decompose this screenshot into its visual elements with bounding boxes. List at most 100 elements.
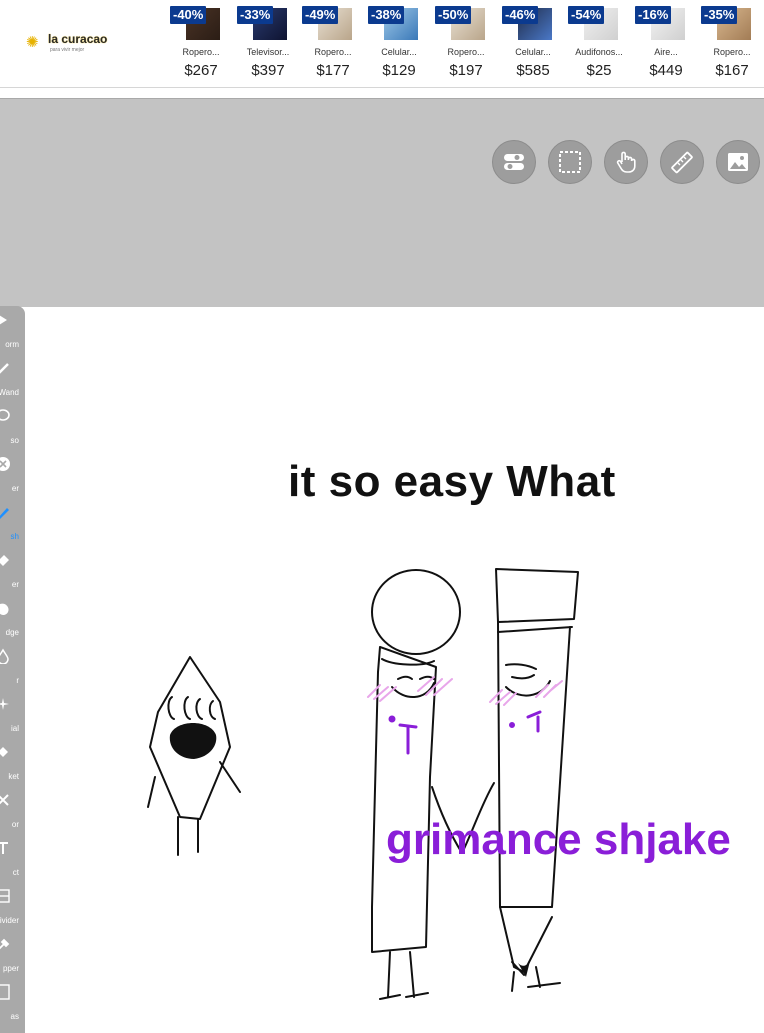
tool-label: er: [11, 580, 19, 589]
color-icon: [0, 794, 9, 806]
discount-badge: -38%: [368, 6, 405, 24]
special-icon: [0, 698, 9, 710]
bucket-icon: [0, 747, 8, 757]
ad-product[interactable]: -38% Celular... $129: [368, 4, 430, 84]
discount-badge: -54%: [568, 6, 605, 24]
tool-blur[interactable]: r: [0, 642, 25, 690]
toggle-icon: [504, 154, 524, 170]
product-name: Ropero...: [182, 47, 220, 57]
hand-touch-icon: [616, 151, 636, 173]
ad-product[interactable]: -33% Televisor... $397: [237, 4, 299, 84]
filter-icon: [0, 457, 10, 471]
text-icon: [0, 842, 8, 854]
brush-icon: [0, 508, 9, 519]
tool-smudge[interactable]: dge: [0, 594, 25, 642]
tool-special[interactable]: ial: [0, 690, 25, 738]
product-name: Televisor...: [246, 47, 290, 57]
product-price: $397: [251, 62, 285, 79]
sun-icon: ✺: [26, 34, 39, 51]
ad-product[interactable]: -50% Ropero... $197: [435, 4, 497, 84]
smudge-icon: [0, 603, 9, 615]
tool-label: as: [10, 1012, 19, 1021]
tool-label: Wand: [0, 388, 19, 397]
product-price: $129: [382, 62, 416, 79]
toggle-button[interactable]: [492, 140, 536, 184]
tool-label: r: [16, 676, 19, 685]
product-price: $167: [715, 62, 749, 79]
tool-label: dge: [5, 628, 19, 637]
discount-badge: -33%: [237, 6, 274, 24]
tool-label: sh: [10, 532, 19, 541]
eraser-icon: [0, 555, 9, 566]
tool-label: so: [10, 436, 19, 445]
product-name: Aire...: [654, 47, 678, 57]
ad-product[interactable]: -46% Celular... $585: [502, 4, 564, 84]
product-name: Audifonos...: [575, 47, 623, 57]
ad-product[interactable]: -54% Audifonos... $25: [568, 4, 630, 84]
tool-label: orm: [5, 340, 19, 349]
product-name: Ropero...: [447, 47, 485, 57]
image-icon: [728, 153, 748, 171]
image-button[interactable]: [716, 140, 760, 184]
tool-panel: orm Wand so er sh er dge r ial ket or ct ivider pper a…: [0, 306, 25, 1033]
lasso-icon: [0, 409, 10, 421]
product-name: Ropero...: [713, 47, 751, 57]
tool-eyedropper[interactable]: pper: [0, 930, 25, 978]
magic-wand-icon: [0, 363, 9, 374]
tool-filter[interactable]: er: [0, 450, 25, 498]
discount-badge: -16%: [635, 6, 672, 24]
frame-divider-icon: [0, 889, 10, 903]
canvas-text-top: it so easy What: [288, 457, 616, 506]
discount-badge: -40%: [170, 6, 207, 24]
canvas-icon: [0, 984, 10, 1000]
tool-label: or: [11, 820, 19, 829]
discount-badge: -46%: [502, 6, 539, 24]
tool-frame-divider[interactable]: ivider: [0, 882, 25, 930]
discount-badge: -49%: [302, 6, 339, 24]
ad-product[interactable]: -40% Ropero... $267: [170, 4, 232, 84]
selection-icon: [559, 151, 581, 173]
tool-label: ivider: [0, 916, 19, 925]
tool-transform[interactable]: orm: [0, 306, 25, 354]
tool-label: ket: [8, 772, 19, 781]
product-name: Celular...: [515, 47, 551, 57]
tool-canvas[interactable]: as: [0, 978, 25, 1026]
product-price: $267: [184, 62, 218, 79]
ad-logo[interactable]: ✺ la curacao para vivir mejor: [26, 31, 110, 55]
drawing-canvas[interactable]: it so easy What grimance shjake: [0, 307, 764, 1033]
tool-eraser[interactable]: er: [0, 546, 25, 594]
tool-color[interactable]: or: [0, 786, 25, 834]
blur-icon: [0, 648, 9, 664]
tool-magic-wand[interactable]: Wand: [0, 354, 25, 402]
touch-button[interactable]: [604, 140, 648, 184]
ad-product[interactable]: -16% Aire... $449: [635, 4, 697, 84]
discount-badge: -35%: [701, 6, 738, 24]
ad-tagline: para vivir mejor: [50, 47, 85, 53]
ruler-button[interactable]: [660, 140, 704, 184]
ruler-icon: [671, 151, 693, 174]
product-price: $197: [449, 62, 483, 79]
transform-icon: [0, 315, 7, 325]
product-name: Ropero...: [314, 47, 352, 57]
discount-badge: -50%: [435, 6, 472, 24]
sketch-drawing: [147, 568, 579, 1000]
product-price: $449: [649, 62, 683, 79]
tool-text[interactable]: ct: [0, 834, 25, 882]
ad-product[interactable]: -49% Ropero... $177: [302, 4, 364, 84]
tool-bucket[interactable]: ket: [0, 738, 25, 786]
selection-button[interactable]: [548, 140, 592, 184]
canvas-text-purple: grimance shjake: [386, 815, 731, 864]
tool-label: pper: [2, 964, 19, 973]
ad-brand-name: la curacao: [48, 32, 108, 46]
tool-label: ial: [10, 724, 19, 733]
tool-label: ct: [12, 868, 19, 877]
ad-banner[interactable]: ✺ la curacao para vivir mejor -40% Ropero…: [0, 0, 764, 88]
top-toolbar-area: [0, 98, 764, 307]
product-price: $25: [586, 62, 612, 79]
product-name: Celular...: [381, 47, 417, 57]
tool-brush[interactable]: sh: [0, 498, 25, 546]
tool-lasso[interactable]: so: [0, 402, 25, 450]
product-price: $585: [516, 62, 550, 79]
ad-product[interactable]: -35% Ropero... $167: [701, 4, 763, 84]
eyedropper-icon: [0, 938, 10, 950]
